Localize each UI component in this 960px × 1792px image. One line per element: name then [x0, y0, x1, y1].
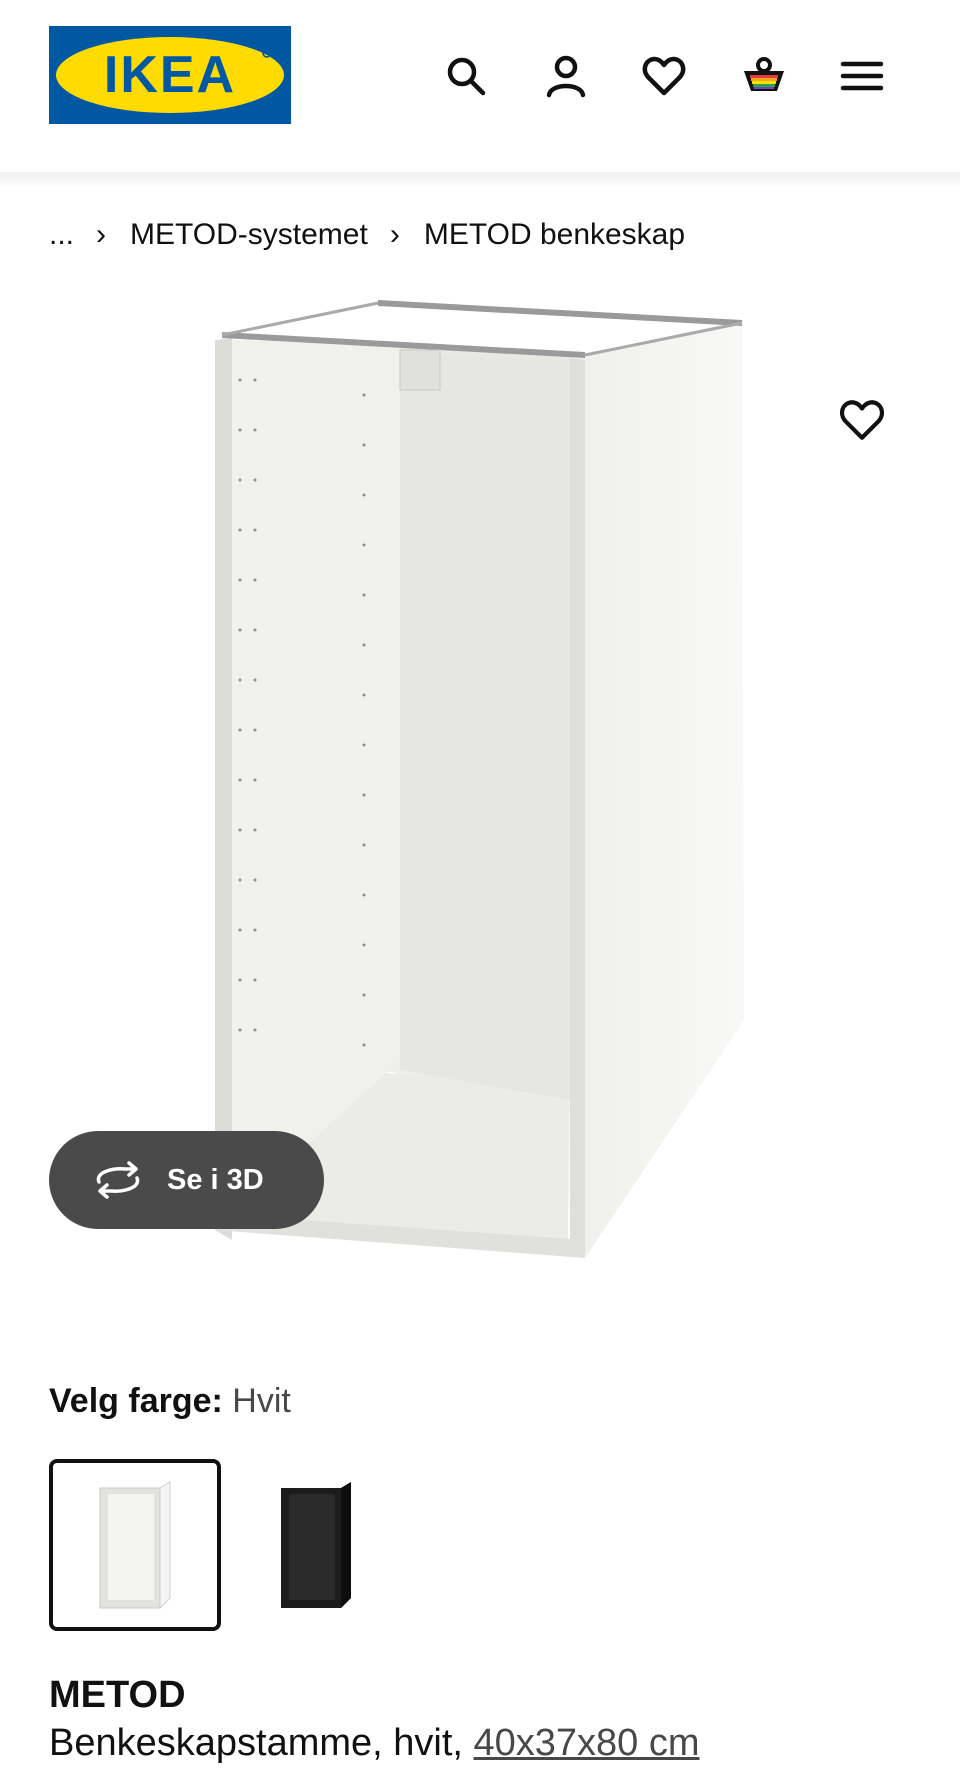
white-cabinet-thumbnail [99, 1481, 171, 1610]
product-description: Benkeskapstamme, hvit, 40x37x80 cm [49, 1722, 700, 1765]
view-in-3d-button[interactable]: Se i 3D [49, 1131, 324, 1229]
search-icon[interactable] [438, 48, 494, 104]
product-name: METOD [49, 1674, 186, 1716]
rotate-3d-icon [96, 1161, 140, 1199]
heart-icon[interactable] [636, 48, 692, 104]
basket-icon[interactable] [736, 48, 792, 104]
user-icon[interactable] [538, 48, 594, 104]
breadcrumb-item-metod-systemet[interactable]: METOD-systemet [130, 218, 368, 252]
svg-text:IKEA: IKEA [104, 46, 236, 104]
breadcrumb: ... › METOD-systemet › METOD benkeskap [49, 218, 685, 252]
ikea-logo[interactable]: IKEA [49, 26, 291, 124]
product-dimensions-link[interactable]: 40x37x80 cm [474, 1722, 700, 1764]
chevron-right-icon: › [96, 218, 107, 251]
color-swatch-hvit[interactable] [49, 1459, 221, 1631]
view-in-3d-label: Se i 3D [167, 1164, 264, 1196]
heart-icon [839, 400, 885, 440]
color-swatch-svart[interactable] [230, 1459, 402, 1631]
color-label: Velg farge: [49, 1382, 223, 1420]
black-cabinet-thumbnail [281, 1482, 351, 1608]
color-value: Hvit [232, 1382, 291, 1420]
add-to-favourites-button[interactable] [830, 388, 894, 452]
product-description-text: Benkeskapstamme, hvit, [49, 1722, 474, 1764]
breadcrumb-ellipsis[interactable]: ... [49, 218, 74, 252]
chevron-right-icon: › [389, 218, 400, 251]
header-divider [0, 172, 960, 186]
menu-icon[interactable] [834, 48, 890, 104]
color-selection-label: Velg farge: Hvit [49, 1382, 291, 1421]
breadcrumb-item-metod-benkeskap[interactable]: METOD benkeskap [424, 218, 685, 252]
header: IKEA [0, 0, 960, 172]
